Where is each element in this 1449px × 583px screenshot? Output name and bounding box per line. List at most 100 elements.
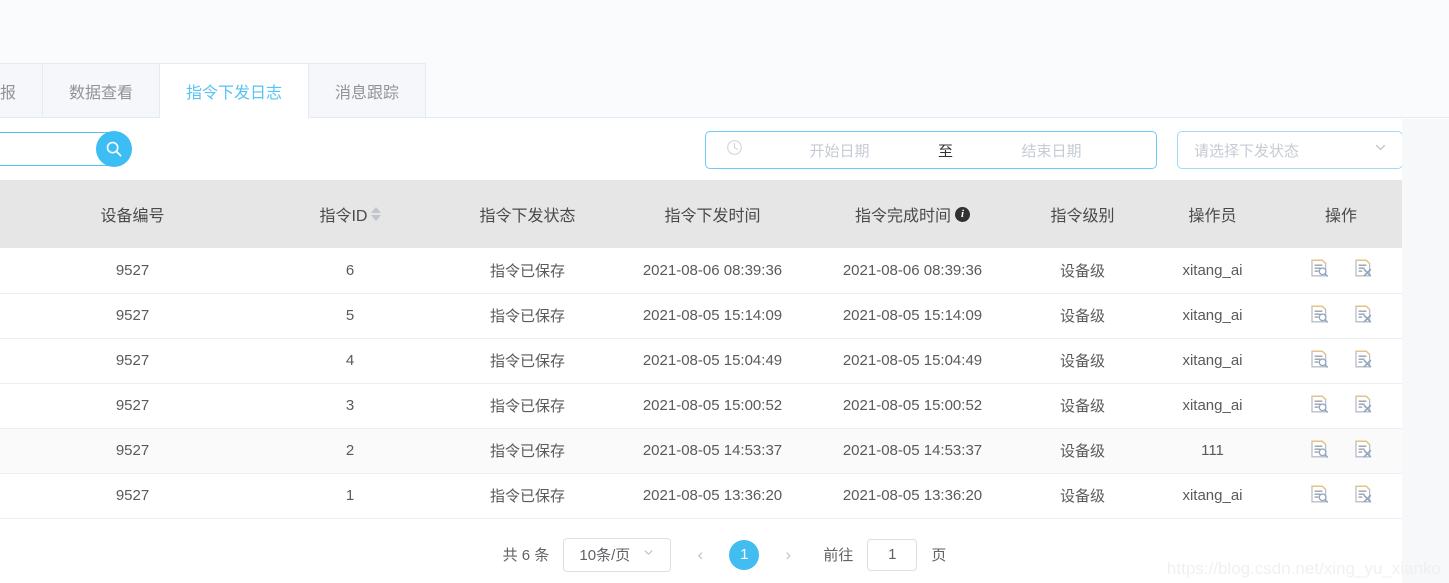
search-input[interactable]	[0, 132, 110, 166]
cell-device-id: 9527	[0, 248, 265, 294]
tab-label: 消息跟踪	[335, 84, 400, 102]
cell-device-id: 9527	[0, 293, 265, 339]
cell-complete-time: 2021-08-05 15:00:52	[805, 383, 1020, 429]
table-header: 设备编号 指令ID 指令下发状态 指令下发时间 指令完成时间 i 指令级别 操作…	[0, 180, 1402, 248]
document-search-icon[interactable]	[1308, 438, 1330, 464]
cell-command-id: 6	[265, 248, 435, 294]
cell-command-level: 设备级	[1020, 293, 1145, 339]
cell-complete-time: 2021-08-05 15:04:49	[805, 338, 1020, 384]
cell-dispatch-status: 指令已保存	[435, 248, 620, 294]
pagination: 共 6 条 10条/页 ‹ 1 › 前往 页	[0, 518, 1449, 583]
tab-command-dispatch-log[interactable]: 指令下发日志	[159, 63, 310, 118]
cell-actions	[1280, 293, 1402, 339]
cell-command-id: 4	[265, 338, 435, 384]
cell-device-id: 9527	[0, 428, 265, 474]
page-size-select[interactable]: 10条/页	[563, 537, 672, 572]
document-search-icon[interactable]	[1308, 483, 1330, 509]
document-search-icon[interactable]	[1308, 348, 1330, 374]
document-search-icon[interactable]	[1308, 393, 1330, 419]
cell-device-id: 9527	[0, 383, 265, 429]
cell-command-level: 设备级	[1020, 248, 1145, 294]
document-delete-icon[interactable]	[1352, 348, 1374, 374]
tab-label: 数据查看	[69, 84, 134, 102]
page-number-label: 1	[740, 546, 749, 563]
cell-dispatch-status: 指令已保存	[435, 383, 620, 429]
table-row[interactable]: 9527 3 指令已保存 2021-08-05 15:00:52 2021-08-05 …	[0, 383, 1402, 429]
command-log-table: 设备编号 指令ID 指令下发状态 指令下发时间 指令完成时间 i 指令级别 操作…	[0, 180, 1449, 519]
tab-bar: 报 数据查看 指令下发日志 消息跟踪	[0, 63, 1449, 118]
column-header-dispatch-time: 指令下发时间	[620, 180, 805, 248]
cell-dispatch-status: 指令已保存	[435, 473, 620, 519]
prev-page-button[interactable]: ‹	[685, 539, 715, 571]
document-search-icon[interactable]	[1308, 303, 1330, 329]
document-delete-icon[interactable]	[1352, 393, 1374, 419]
column-label: 指令下发状态	[479, 208, 576, 225]
date-range-separator: 至	[938, 142, 954, 160]
cell-actions	[1280, 338, 1402, 384]
cell-command-id: 3	[265, 383, 435, 429]
cell-command-level: 设备级	[1020, 473, 1145, 519]
cell-operator: xitang_ai	[1145, 473, 1280, 519]
tab-data-view[interactable]: 数据查看	[42, 63, 161, 117]
dispatch-status-select[interactable]: 请选择下发状态	[1177, 131, 1403, 169]
document-delete-icon[interactable]	[1352, 303, 1374, 329]
column-header-complete-time: 指令完成时间 i	[805, 180, 1020, 248]
info-icon[interactable]: i	[955, 206, 970, 222]
column-header-dispatch-status: 指令下发状态	[435, 180, 620, 248]
cell-complete-time: 2021-08-06 08:39:36	[805, 248, 1020, 294]
column-label: 指令ID	[319, 208, 368, 225]
cell-dispatch-time: 2021-08-05 15:04:49	[620, 338, 805, 384]
filter-toolbar: 开始日期 至 结束日期 请选择下发状态	[0, 118, 1449, 180]
cell-actions	[1280, 473, 1402, 519]
cell-command-level: 设备级	[1020, 338, 1145, 384]
cell-dispatch-status: 指令已保存	[435, 338, 620, 384]
column-header-actions: 操作	[1280, 180, 1402, 248]
tab-label: 指令下发日志	[186, 85, 283, 102]
cell-dispatch-time: 2021-08-05 15:00:52	[620, 383, 805, 429]
table-row[interactable]: 9527 5 指令已保存 2021-08-05 15:14:09 2021-08-05 …	[0, 293, 1402, 339]
cell-actions	[1280, 383, 1402, 429]
column-label: 操作	[1324, 208, 1357, 225]
end-date-input[interactable]: 结束日期	[959, 140, 1144, 161]
document-delete-icon[interactable]	[1352, 257, 1374, 283]
cell-dispatch-status: 指令已保存	[435, 428, 620, 474]
page-number-1[interactable]: 1	[729, 539, 760, 570]
table-row[interactable]: 9527 4 指令已保存 2021-08-05 15:04:49 2021-08-05 …	[0, 338, 1402, 384]
column-header-command-level: 指令级别	[1020, 180, 1145, 248]
cell-complete-time: 2021-08-05 14:53:37	[805, 428, 1020, 474]
cell-operator: 111	[1145, 428, 1280, 474]
table-row[interactable]: 9527 2 指令已保存 2021-08-05 14:53:37 2021-08-05 …	[0, 428, 1402, 474]
column-header-device-id: 设备编号	[0, 180, 265, 248]
cell-command-level: 设备级	[1020, 383, 1145, 429]
table-row[interactable]: 9527 1 指令已保存 2021-08-05 13:36:20 2021-08-05 …	[0, 473, 1402, 519]
column-label: 指令级别	[1050, 208, 1115, 225]
table: 设备编号 指令ID 指令下发状态 指令下发时间 指令完成时间 i 指令级别 操作…	[0, 180, 1402, 519]
document-delete-icon[interactable]	[1352, 483, 1374, 509]
cell-command-id: 2	[265, 428, 435, 474]
top-strip	[0, 0, 1449, 64]
column-header-command-id[interactable]: 指令ID	[265, 180, 435, 248]
next-page-button[interactable]: ›	[773, 539, 803, 571]
column-label: 指令完成时间	[854, 208, 951, 225]
cell-dispatch-time: 2021-08-06 08:39:36	[620, 248, 805, 294]
document-delete-icon[interactable]	[1352, 438, 1374, 464]
tab-bao[interactable]: 报	[0, 63, 44, 117]
cell-complete-time: 2021-08-05 15:14:09	[805, 293, 1020, 339]
cell-operator: xitang_ai	[1145, 383, 1280, 429]
cell-command-id: 1	[265, 473, 435, 519]
chevron-right-icon: ›	[785, 544, 792, 564]
sort-caret-icon[interactable]	[370, 207, 381, 221]
table-row[interactable]: 9527 6 指令已保存 2021-08-06 08:39:36 2021-08-06 …	[0, 248, 1402, 294]
date-range-picker[interactable]: 开始日期 至 结束日期	[705, 131, 1157, 169]
search-group	[0, 131, 132, 167]
cell-dispatch-time: 2021-08-05 14:53:37	[620, 428, 805, 474]
document-search-icon[interactable]	[1308, 257, 1330, 283]
search-icon	[105, 140, 123, 158]
search-button[interactable]	[96, 131, 132, 167]
clock-icon	[726, 139, 743, 161]
start-date-input[interactable]: 开始日期	[747, 140, 932, 161]
jump-to-page-input[interactable]	[867, 538, 918, 571]
cell-dispatch-time: 2021-08-05 13:36:20	[620, 473, 805, 519]
cell-complete-time: 2021-08-05 13:36:20	[805, 473, 1020, 519]
tab-message-trace[interactable]: 消息跟踪	[308, 63, 427, 117]
